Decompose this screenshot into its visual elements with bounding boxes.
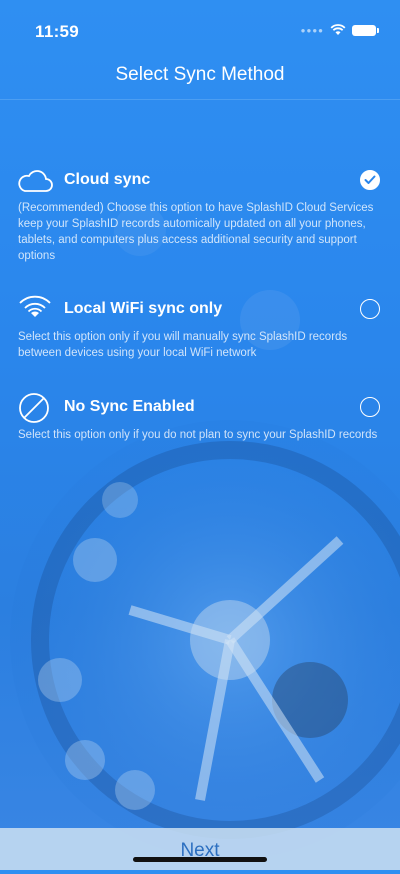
option-title: Local WiFi sync only [64,300,223,317]
option-description: Select this option only if you will manu… [18,331,348,359]
radio-unchecked-icon[interactable] [360,299,380,319]
page-title: Select Sync Method [115,64,285,85]
nav-divider [0,99,400,100]
signal-icon: ●●●● [300,25,324,35]
status-time: 11:59 [35,22,80,41]
radio-checked-icon[interactable] [360,170,380,190]
battery-icon [352,24,379,36]
option-description: Select this option only if you do not pl… [18,429,378,441]
wifi-status-icon [330,24,346,35]
home-indicator [133,857,267,862]
option-title: No Sync Enabled [64,398,195,415]
status-bar: 11:59 ●●●● [0,0,400,60]
option-local-wifi-sync[interactable]: Local WiFi sync only Select this option … [0,293,400,361]
bottom-bar: Next [0,828,400,870]
radio-unchecked-icon[interactable] [360,397,380,417]
option-description: (Recommended) Choose this option to have… [18,202,374,262]
status-icons: ●●●● [300,24,379,36]
option-cloud-sync[interactable]: Cloud sync (Recommended) Choose this opt… [0,164,400,264]
wifi-icon [19,295,51,317]
option-no-sync[interactable]: No Sync Enabled Select this option only … [0,391,400,443]
no-sync-icon [19,393,49,423]
checkmark-icon [364,175,376,184]
cloud-icon [18,170,53,192]
option-title: Cloud sync [64,171,151,188]
next-button[interactable]: Next [180,828,219,874]
navigation-bar: Select Sync Method [0,60,400,100]
